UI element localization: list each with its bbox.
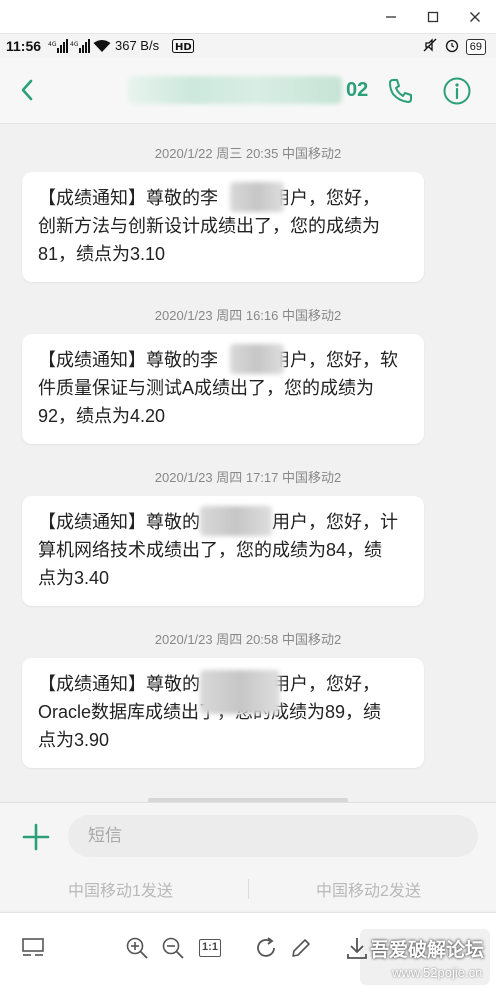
redacted-name: [230, 182, 284, 212]
edit-pencil-icon[interactable]: [288, 935, 314, 961]
close-icon[interactable]: [462, 5, 488, 29]
zoom-in-icon[interactable]: [124, 935, 150, 961]
contact-name-redacted: [128, 76, 342, 104]
info-icon[interactable]: [442, 76, 472, 106]
message-line: 件质量保证与测试A成绩出了，您的成绩为: [38, 378, 375, 398]
viewer-toolbar: 1:1 吾爱破解论坛 www.52pojie.cn: [0, 912, 496, 989]
message-bubble[interactable]: 【成绩通知】尊敬的用户，您好， Oracle数据库成绩出了，您的成绩为89，绩 …: [22, 658, 424, 768]
message-group: 2020/1/23 周四 17:17 中国移动2 【成绩通知】尊敬的 用户，您好，…: [0, 468, 496, 606]
phone-call-icon[interactable]: [386, 76, 416, 106]
send-sim2-button[interactable]: 中国移动2发送: [316, 877, 421, 901]
back-arrow-icon[interactable]: [14, 76, 42, 104]
redacted-name: [200, 506, 272, 536]
add-attachment-icon[interactable]: [22, 823, 50, 851]
redacted-name: [200, 670, 280, 714]
maximize-icon[interactable]: [420, 5, 446, 29]
rotate-icon[interactable]: [253, 935, 279, 961]
message-line: 算机网络技术成绩出了，您的成绩为84，绩: [38, 540, 383, 560]
message-bubble[interactable]: 【成绩通知】尊敬的 用户，您好，计 算机网络技术成绩出了，您的成绩为84，绩 点为…: [22, 496, 424, 606]
message-timestamp: 2020/1/23 周四 17:17 中国移动2: [154, 470, 342, 485]
message-line: 【成绩通知】尊敬的李 用户，您好，: [38, 188, 380, 208]
send-divider: [248, 879, 249, 899]
message-composer: 中国移动1发送 中国移动2发送: [0, 802, 496, 910]
message-line: 点为3.40: [38, 568, 110, 588]
thumbnail-view-icon[interactable]: [20, 935, 46, 961]
actual-size-button[interactable]: 1:1: [197, 935, 223, 961]
contact-number-tail: 02: [346, 79, 369, 101]
redacted-name: [230, 344, 284, 374]
mute-icon: [422, 37, 438, 56]
message-line: 81，绩点为3.10: [38, 244, 166, 264]
message-line: 92，绩点为4.20: [38, 406, 166, 426]
alarm-icon: [444, 37, 460, 56]
minimize-icon[interactable]: [378, 5, 404, 29]
message-thread[interactable]: 2020/1/22 周三 20:35 中国移动2 【成绩通知】尊敬的李 用户，您好…: [0, 124, 496, 804]
conversation-header: 02: [0, 58, 496, 124]
hd-icon: HD: [172, 39, 194, 53]
message-bubble[interactable]: 【成绩通知】尊敬的李 用户，您好， 创新方法与创新设计成绩出了，您的成绩为 81，…: [22, 172, 424, 282]
message-timestamp: 2020/1/22 周三 20:35 中国移动2: [154, 146, 342, 161]
watermark-text: 吾爱破解论坛: [370, 940, 485, 961]
message-group: 2020/1/23 周四 16:16 中国移动2 【成绩通知】尊敬的李 用户，您好…: [0, 306, 496, 444]
window-titlebar: [0, 0, 496, 34]
send-sim1-button[interactable]: 中国移动1发送: [68, 877, 173, 901]
svg-text:4G: 4G: [70, 41, 79, 48]
svg-text:HD: HD: [175, 42, 192, 53]
wifi-icon: [93, 39, 111, 53]
status-right-icons: 69: [422, 37, 486, 56]
message-line: 点为3.90: [38, 730, 110, 750]
message-timestamp: 2020/1/23 周四 20:58 中国移动2: [154, 632, 342, 647]
send-options: 中国移动1发送 中国移动2发送: [0, 873, 496, 905]
message-timestamp: 2020/1/23 周四 16:16 中国移动2: [154, 308, 342, 323]
message-group: 2020/1/22 周三 20:35 中国移动2 【成绩通知】尊敬的李 用户，您好…: [0, 144, 496, 282]
net-speed: 367 B/s: [115, 38, 160, 53]
status-time: 11:56: [6, 38, 42, 54]
signal-icon: 4G: [48, 39, 68, 53]
message-group: 2020/1/23 周四 20:58 中国移动2 【成绩通知】尊敬的 用户，您好，…: [0, 630, 496, 768]
message-line: 【成绩通知】尊敬的李 用户，您好，软: [38, 350, 398, 370]
zoom-out-icon[interactable]: [160, 935, 186, 961]
sms-input[interactable]: [68, 815, 478, 857]
message-bubble[interactable]: 【成绩通知】尊敬的李 用户，您好，软 件质量保证与测试A成绩出了，您的成绩为 92…: [22, 334, 424, 444]
signal-icon: 4G: [70, 39, 90, 53]
battery-icon: 69: [465, 38, 486, 55]
watermark-url: www.52pojie.cn: [392, 965, 483, 980]
status-bar: 11:56 4G 4G 367 B/s HD 69: [0, 34, 496, 58]
svg-text:4G: 4G: [48, 41, 57, 48]
message-line: 创新方法与创新设计成绩出了，您的成绩为: [38, 216, 380, 236]
